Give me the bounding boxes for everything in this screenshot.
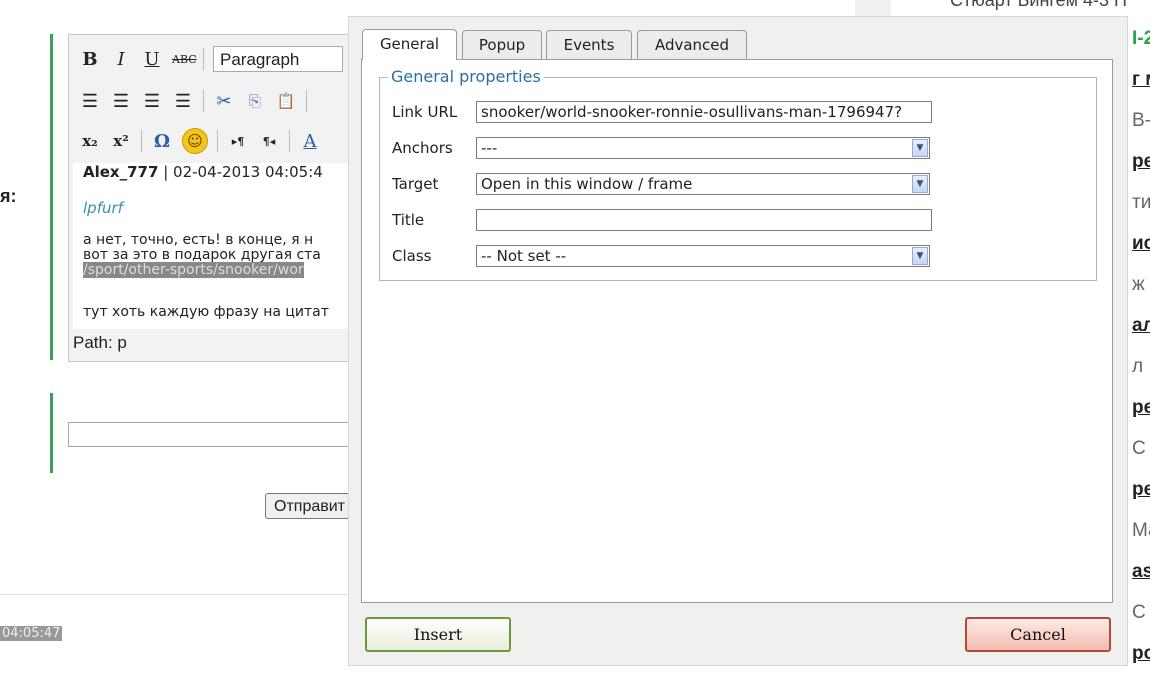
underline-icon[interactable]: U <box>141 49 163 70</box>
anchors-label: Anchors <box>392 139 453 157</box>
font-color-icon[interactable]: A <box>299 131 321 152</box>
link-url-input[interactable]: snooker/world-snooker-ronnie-osullivans-… <box>476 101 932 123</box>
body-text: а нет, точно, есть! в конце, я н вот за … <box>83 233 321 278</box>
title-row: Title <box>392 208 476 232</box>
sidebar-headline-fragment[interactable]: ре <box>1132 397 1150 419</box>
align-justify-icon[interactable]: ☰ <box>172 91 194 112</box>
link-url-row: Link URL <box>392 100 476 124</box>
tab-advanced[interactable]: Advanced <box>637 30 747 59</box>
group-title: General properties <box>388 67 544 86</box>
anchors-value: --- <box>481 139 498 157</box>
reply-input[interactable] <box>68 422 360 447</box>
sidebar-headline-fragment[interactable]: as <box>1132 561 1150 583</box>
chevron-down-icon[interactable]: ▼ <box>912 139 928 157</box>
insert-button[interactable]: Insert <box>365 617 511 652</box>
editor-path: Path: p <box>73 333 127 352</box>
tab-popup[interactable]: Popup <box>462 30 542 59</box>
body-line: вот за это в подарок другая ста <box>83 247 321 263</box>
sidebar-headline-fragment: Ма <box>1132 520 1150 541</box>
sidebar-headline-fragment: С <box>1132 602 1146 623</box>
sidebar-headline-fragment: С <box>1132 438 1146 459</box>
cancel-button[interactable]: Cancel <box>965 617 1111 652</box>
cut-icon[interactable]: ✂ <box>213 91 235 112</box>
toolbar-divider <box>217 130 218 152</box>
sidebar-headline-fragment[interactable]: г м <box>1132 69 1150 91</box>
reply-accent-bar <box>50 393 53 473</box>
superscript-icon[interactable]: x² <box>110 132 132 150</box>
subscript-icon[interactable]: x₂ <box>79 132 101 150</box>
chevron-down-icon[interactable]: ▼ <box>912 247 928 265</box>
divider <box>0 594 350 595</box>
toolbar-row-1: B I U ABC Paragraph <box>69 39 343 79</box>
format-select[interactable]: Paragraph <box>213 46 343 72</box>
toolbar-divider <box>306 90 307 112</box>
editor-content[interactable]: Alex_777 | 02-04-2013 04:05:4 lpfurf а н… <box>73 163 351 329</box>
link-url-label: Link URL <box>392 103 458 121</box>
align-right-icon[interactable]: ☰ <box>141 91 163 112</box>
tab-events[interactable]: Events <box>546 30 632 59</box>
insert-link-dialog: General Popup Events Advanced General pr… <box>348 16 1128 666</box>
target-label: Target <box>392 175 439 193</box>
post-accent-bar <box>50 34 53 360</box>
tab-general[interactable]: General <box>362 29 457 60</box>
author-date: | 02-04-2013 04:05:4 <box>163 163 323 181</box>
sidebar-headline-fragment: I-2 <box>1132 28 1150 49</box>
sidebar-headline-fragment[interactable]: ис <box>1132 233 1150 255</box>
align-left-icon[interactable]: ☰ <box>79 91 101 112</box>
quote-text: lpfurf <box>83 199 123 217</box>
sidebar-headline-fragment[interactable]: ре <box>1132 151 1150 173</box>
chevron-down-icon[interactable]: ▼ <box>912 175 928 193</box>
title-label: Title <box>392 211 425 229</box>
sidebar-headline-fragment: В- <box>1132 110 1150 131</box>
anchors-select[interactable]: --- ▼ <box>476 137 930 159</box>
toolbar-row-3: x₂ x² Ω ☺ ▸¶ ¶◂ A <box>69 121 321 161</box>
toolbar-divider <box>203 48 204 70</box>
italic-icon[interactable]: I <box>110 49 132 70</box>
paste-icon[interactable]: 📋 <box>275 92 297 110</box>
toolbar-divider <box>203 90 204 112</box>
target-row: Target <box>392 172 476 196</box>
toolbar-row-2: ☰ ☰ ☰ ☰ ✂ ⎘ 📋 <box>69 81 307 121</box>
general-properties-group: General properties Link URL snooker/worl… <box>379 67 1097 281</box>
sidebar-headline-fragment: ж <box>1132 274 1145 295</box>
bold-icon[interactable]: B <box>79 49 101 70</box>
quote-author: Alex_777 | 02-04-2013 04:05:4 <box>83 165 323 180</box>
toolbar-divider <box>289 130 290 152</box>
body-line: а нет, точно, есть! в конце, я н <box>83 232 314 248</box>
copy-icon[interactable]: ⎘ <box>244 92 266 110</box>
rtl-icon[interactable]: ¶◂ <box>258 135 280 148</box>
send-button[interactable]: Отправит <box>265 493 355 519</box>
general-panel: General properties Link URL snooker/worl… <box>361 59 1113 603</box>
ltr-icon[interactable]: ▸¶ <box>227 135 249 148</box>
title-input[interactable] <box>476 209 932 231</box>
align-center-icon[interactable]: ☰ <box>110 91 132 112</box>
strikethrough-icon[interactable]: ABC <box>172 53 197 66</box>
sidebar-headline-fragment[interactable]: ро <box>1132 643 1150 665</box>
emoticon-icon[interactable]: ☺ <box>182 128 208 154</box>
rich-text-editor: B I U ABC Paragraph ☰ ☰ ☰ ☰ ✂ ⎘ 📋 x₂ x² … <box>68 34 360 362</box>
class-select[interactable]: -- Not set -- ▼ <box>476 245 930 267</box>
class-value: -- Not set -- <box>481 247 567 265</box>
headline-peek[interactable]: Стюарт Бингем 4-3 Н <box>950 0 1127 11</box>
field-label: я: <box>0 186 17 206</box>
anchors-row: Anchors <box>392 136 476 160</box>
timestamp: 04:05:47 <box>0 626 63 641</box>
toolbar-divider <box>141 130 142 152</box>
class-row: Class <box>392 244 476 268</box>
author-name: Alex_777 <box>83 163 159 181</box>
sidebar-headline-fragment[interactable]: ре <box>1132 479 1150 501</box>
body-line: тут хоть каждую фразу на цитат <box>83 304 329 320</box>
sidebar-headline-fragment: ти <box>1132 192 1150 213</box>
class-label: Class <box>392 247 432 265</box>
selected-link-text: /sport/other-sports/snooker/wor <box>83 262 304 278</box>
sidebar-headline-fragment: л <box>1132 356 1144 377</box>
sidebar-headline-fragment[interactable]: ал <box>1132 315 1150 337</box>
target-select[interactable]: Open in this window / frame ▼ <box>476 173 930 195</box>
special-char-icon[interactable]: Ω <box>151 131 173 152</box>
target-value: Open in this window / frame <box>481 175 693 193</box>
